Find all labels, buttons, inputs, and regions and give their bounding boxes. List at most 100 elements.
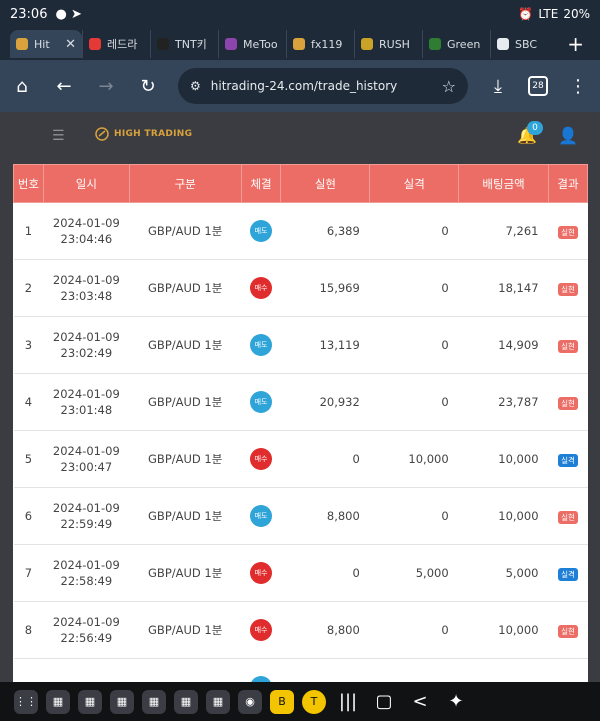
recents-icon[interactable]: ||| bbox=[334, 691, 362, 712]
table-row: 92024-01-09매도05,0005,000실격 bbox=[13, 658, 588, 682]
app-icon[interactable]: ◉ bbox=[238, 689, 262, 714]
home-icon[interactable]: ⌂ bbox=[10, 76, 34, 97]
datetime-cell: 2024-01-09 22:58:49 bbox=[43, 544, 130, 602]
column-header: 실격 bbox=[369, 164, 460, 203]
browser-tab[interactable]: Hit ✕ bbox=[10, 30, 82, 58]
side-badge: 매도 bbox=[250, 505, 273, 527]
table-row: 4 2024-01-09 23:01:48 GBP/AUD 1분 매도 20,932 0 23… bbox=[13, 373, 588, 431]
tab-strip: Hit ✕ 레드라 TNT키 MeToo fx119 RUSH Green SBC + bbox=[0, 28, 600, 60]
home-button-icon[interactable]: ▢ bbox=[370, 691, 398, 712]
app-icon[interactable]: ▦ bbox=[142, 689, 166, 714]
instrument-cell: GBP/AUD 1분 bbox=[129, 202, 242, 260]
menu-icon[interactable]: ⋮ bbox=[566, 76, 590, 97]
table-row: 8 2024-01-09 22:56:49 GBP/AUD 1분 매수 8,800 0 10,… bbox=[13, 601, 588, 659]
app-icon[interactable]: ▦ bbox=[206, 689, 230, 714]
datetime-cell: 2024-01-09 23:00:47 bbox=[43, 430, 130, 488]
app-icon[interactable]: ▦ bbox=[78, 689, 102, 714]
accessibility-icon[interactable]: ✦ bbox=[442, 691, 470, 712]
lost-cell: 0 bbox=[369, 316, 459, 374]
date-text: 2024-01-09 bbox=[52, 387, 120, 401]
result-cell: 실현 bbox=[548, 487, 588, 545]
result-badge: 실격 bbox=[558, 453, 578, 467]
lost-cell: 5,000 bbox=[369, 544, 459, 602]
bookmark-star-icon[interactable]: ☆ bbox=[442, 77, 456, 96]
result-cell: 실현 bbox=[548, 259, 588, 317]
browser-tab[interactable]: Green bbox=[422, 30, 490, 58]
result-badge: 실현 bbox=[558, 396, 578, 410]
user-icon[interactable]: 👤 bbox=[558, 126, 578, 145]
kakaotalk-icon[interactable]: T bbox=[302, 689, 326, 714]
back-button-icon[interactable]: < bbox=[406, 691, 434, 712]
new-tab-button[interactable]: + bbox=[567, 32, 584, 56]
row-number: 6 bbox=[13, 487, 44, 545]
bet-amount-cell: 23,787 bbox=[458, 373, 549, 431]
column-header: 결과 bbox=[548, 164, 588, 203]
app-icon[interactable]: ▦ bbox=[110, 689, 134, 714]
reload-icon[interactable]: ↻ bbox=[136, 76, 160, 97]
side-badge: 매수 bbox=[250, 619, 273, 641]
bet-amount-cell: 10,000 bbox=[458, 430, 549, 488]
app-icon[interactable]: ▦ bbox=[174, 689, 198, 714]
result-cell: 실격 bbox=[548, 658, 588, 682]
datetime-cell: 2024-01-09 22:56:49 bbox=[43, 601, 130, 659]
result-badge: 실격 bbox=[558, 567, 578, 581]
status-bar: 23:06 ● ➤ ⏰ LTE 20% bbox=[0, 0, 600, 28]
download-icon[interactable]: ⤓ bbox=[486, 76, 510, 97]
instrument-cell bbox=[129, 658, 242, 682]
column-header: 실현 bbox=[280, 164, 371, 203]
hamburger-icon[interactable]: ☰ bbox=[52, 128, 65, 144]
row-number: 8 bbox=[13, 601, 44, 659]
datetime-cell: 2024-01-09 23:01:48 bbox=[43, 373, 130, 431]
url-field[interactable]: ⚙ hitrading-24.com/trade_history ☆ bbox=[178, 68, 468, 104]
result-badge: 실현 bbox=[558, 510, 578, 524]
side-cell: 매수 bbox=[241, 259, 281, 317]
favicon-icon bbox=[16, 38, 28, 50]
site-logo[interactable]: HIGH TRADING bbox=[95, 127, 192, 141]
browser-tab[interactable]: TNT키 bbox=[150, 30, 218, 58]
side-badge: 매수 bbox=[250, 448, 273, 470]
instrument-cell: GBP/AUD 1분 bbox=[129, 544, 242, 602]
time-text: 23:02:49 bbox=[60, 346, 113, 360]
app-icon[interactable]: ▦ bbox=[46, 689, 70, 714]
result-badge: 실현 bbox=[558, 339, 578, 353]
browser-tab[interactable]: RUSH bbox=[354, 30, 422, 58]
lost-cell: 0 bbox=[369, 259, 459, 317]
site-settings-icon[interactable]: ⚙ bbox=[190, 79, 201, 93]
instrument-cell: GBP/AUD 1분 bbox=[129, 430, 242, 488]
browser-tab[interactable]: 레드라 bbox=[82, 30, 150, 58]
tab-count-button[interactable]: 28 bbox=[528, 76, 548, 96]
side-badge: 매수 bbox=[250, 562, 273, 584]
favicon-icon bbox=[429, 38, 441, 50]
browser-tab[interactable]: fx119 bbox=[286, 30, 354, 58]
side-cell: 매도 bbox=[241, 658, 281, 682]
column-header: 번호 bbox=[13, 164, 44, 203]
datetime-cell: 2024-01-09 bbox=[43, 658, 130, 682]
bet-amount-cell: 14,909 bbox=[458, 316, 549, 374]
tab-label: RUSH bbox=[379, 37, 410, 51]
favicon-icon bbox=[89, 38, 101, 50]
side-badge: 매도 bbox=[250, 334, 273, 356]
side-badge: 매수 bbox=[250, 277, 273, 299]
time-text: 22:56:49 bbox=[60, 631, 113, 645]
table-row: 5 2024-01-09 23:00:47 GBP/AUD 1분 매수 0 10,000 10… bbox=[13, 430, 588, 488]
date-text: 2024-01-09 bbox=[52, 501, 120, 515]
realized-cell: 8,800 bbox=[280, 487, 370, 545]
browser-tab[interactable]: MeToo bbox=[218, 30, 286, 58]
app-drawer-icon[interactable]: ⋮⋮ bbox=[14, 689, 38, 714]
tab-label: SBC bbox=[515, 37, 538, 51]
favicon-icon bbox=[293, 38, 305, 50]
chat-icon: ● ➤ bbox=[55, 6, 82, 22]
back-icon[interactable]: ← bbox=[52, 76, 76, 97]
clock: 23:06 bbox=[10, 6, 48, 22]
forward-icon[interactable]: → bbox=[94, 76, 118, 97]
date-text: 2024-01-09 bbox=[52, 216, 120, 230]
time-text: 23:04:46 bbox=[60, 232, 113, 246]
lost-cell: 0 bbox=[369, 202, 459, 260]
table-body: 1 2024-01-09 23:04:46 GBP/AUD 1분 매도 6,389 0 7,2… bbox=[13, 202, 588, 682]
browser-tab[interactable]: SBC bbox=[490, 30, 558, 58]
realized-cell: 6,389 bbox=[280, 202, 370, 260]
app-icon[interactable]: B bbox=[270, 689, 294, 714]
close-tab-icon[interactable]: ✕ bbox=[65, 37, 76, 52]
table-row: 6 2024-01-09 22:59:49 GBP/AUD 1분 매도 8,800 0 10,… bbox=[13, 487, 588, 545]
bet-amount-cell: 10,000 bbox=[458, 601, 549, 659]
